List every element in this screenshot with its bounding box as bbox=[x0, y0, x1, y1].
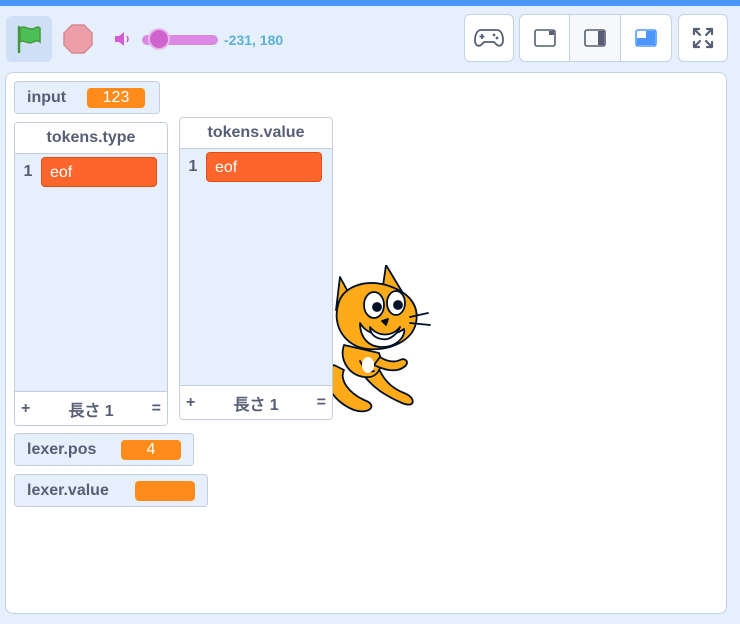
fullscreen-icon bbox=[692, 27, 714, 49]
variable-monitor-lexer-value[interactable]: lexer.value bbox=[14, 474, 208, 507]
variable-value: 123 bbox=[87, 87, 145, 108]
list-length: 長さ 1 bbox=[233, 396, 279, 414]
variable-label: input bbox=[27, 88, 67, 106]
stage-controls: -231, 180 bbox=[0, 6, 740, 72]
volume-slider-handle[interactable] bbox=[150, 30, 168, 48]
variable-label: lexer.value bbox=[27, 481, 109, 499]
small-stage-icon bbox=[533, 29, 556, 47]
list-footer: + 長さ 1 = bbox=[180, 385, 332, 419]
add-item-button[interactable]: + bbox=[21, 400, 30, 418]
small-stage-button[interactable] bbox=[519, 14, 570, 62]
large-stage-button[interactable] bbox=[569, 14, 621, 62]
variable-value: 4 bbox=[121, 439, 181, 460]
list-title: tokens.type bbox=[15, 123, 167, 154]
cat-sprite[interactable] bbox=[324, 265, 444, 420]
speaker-icon[interactable] bbox=[112, 28, 134, 50]
list-monitor-tokens-value[interactable]: tokens.value 1 eof + 長さ 1 = bbox=[179, 117, 333, 420]
resize-handle[interactable]: = bbox=[317, 394, 326, 412]
green-flag-icon bbox=[17, 25, 41, 54]
stage-canvas[interactable]: input 123 tokens.type 1 eof + 長さ 1 = tok… bbox=[5, 72, 727, 614]
list-length: 長さ 1 bbox=[68, 402, 114, 420]
large-stage-icon bbox=[584, 29, 606, 47]
list-item-value[interactable]: eof bbox=[206, 152, 322, 182]
list-item[interactable]: 1 eof bbox=[180, 152, 322, 182]
gamepad-icon bbox=[474, 29, 504, 47]
list-monitor-tokens-type[interactable]: tokens.type 1 eof + 長さ 1 = bbox=[14, 122, 168, 426]
variable-monitor-input[interactable]: input 123 bbox=[14, 81, 160, 114]
variable-label: lexer.pos bbox=[27, 440, 97, 458]
list-item-value[interactable]: eof bbox=[41, 157, 157, 187]
list-item-index: 1 bbox=[23, 163, 33, 180]
gamepad-button[interactable] bbox=[464, 14, 514, 62]
resize-handle[interactable]: = bbox=[152, 400, 161, 418]
layout-button[interactable] bbox=[620, 14, 672, 62]
stop-button[interactable] bbox=[58, 16, 98, 62]
list-footer: + 長さ 1 = bbox=[15, 391, 167, 425]
stop-icon bbox=[63, 24, 93, 54]
green-flag-button[interactable] bbox=[6, 16, 52, 62]
layout-icon bbox=[635, 29, 657, 47]
fullscreen-button[interactable] bbox=[678, 14, 728, 62]
variable-monitor-lexer-pos[interactable]: lexer.pos 4 bbox=[14, 433, 194, 466]
mouse-coordinates: -231, 180 bbox=[224, 32, 284, 48]
add-item-button[interactable]: + bbox=[186, 394, 195, 412]
list-item[interactable]: 1 eof bbox=[15, 157, 157, 187]
variable-value bbox=[135, 480, 195, 501]
list-item-index: 1 bbox=[188, 158, 198, 175]
list-title: tokens.value bbox=[180, 118, 332, 149]
